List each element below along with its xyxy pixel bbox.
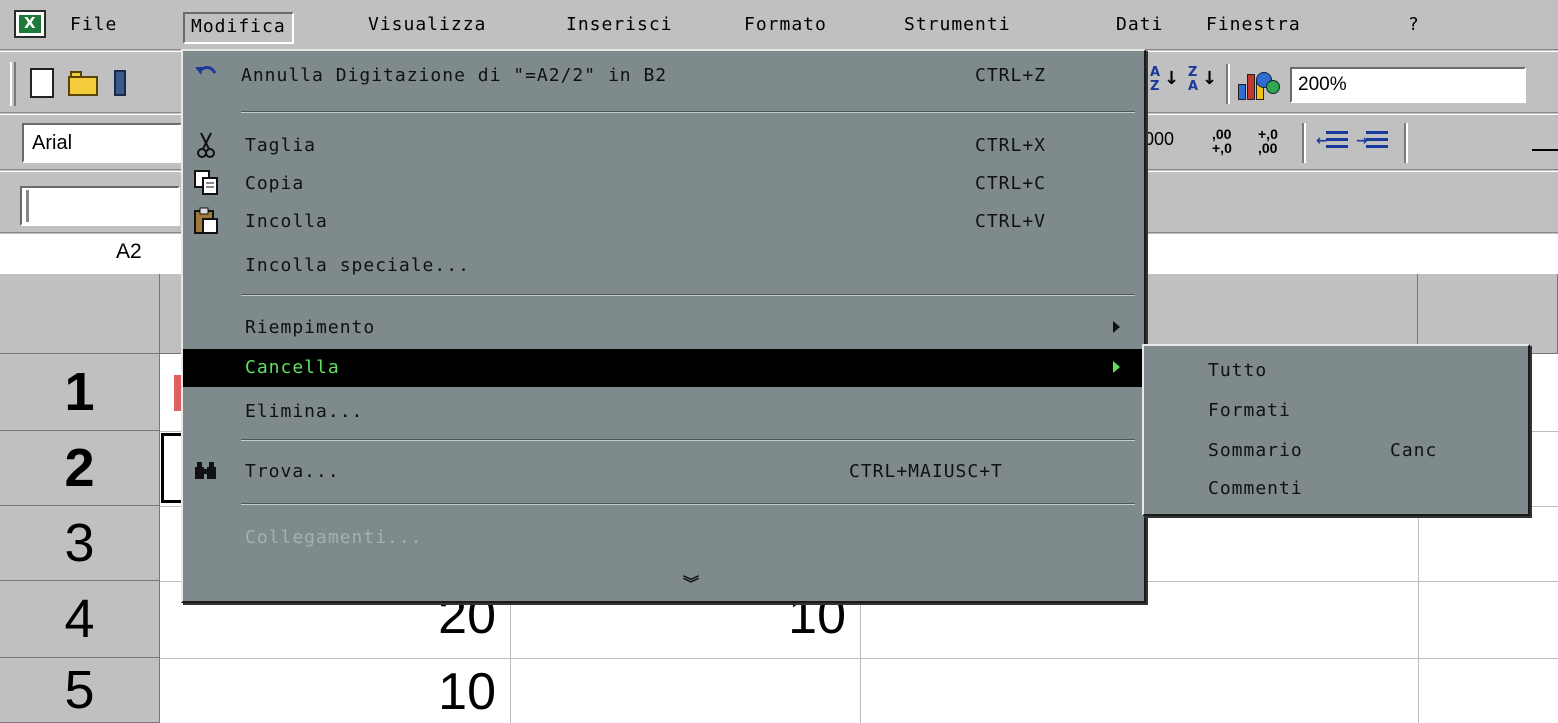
name-box-field[interactable] [20, 186, 180, 226]
menu-formato[interactable]: Formato [738, 12, 833, 44]
decrease-decimal-bottom: ,00 [1258, 140, 1278, 156]
sort-ascending-icon[interactable]: A Z ↓ [1150, 65, 1179, 94]
sort-desc-top-letter: Z [1188, 65, 1198, 80]
menu-item-undo-label: Annulla Digitazione di "=A2/2" in B2 [241, 65, 668, 86]
toolbar-separator [1226, 64, 1230, 104]
row-header-4[interactable]: 4 [0, 581, 160, 658]
submenu-item-contents-label: Sommario [1208, 440, 1303, 461]
submenu-item-formats-label: Formati [1208, 400, 1291, 421]
submenu-item-contents-shortcut: Canc [1390, 440, 1438, 461]
menu-item-find-shortcut: CTRL+MAIUSC+T [849, 461, 1003, 482]
thousands-separator-button[interactable]: 000 [1144, 129, 1174, 150]
increase-indent-icon[interactable]: → [1356, 129, 1390, 155]
submenu-item-comments-label: Commenti [1208, 478, 1303, 499]
menu-visualizza[interactable]: Visualizza [362, 12, 492, 44]
toolbar-separator [1302, 123, 1306, 163]
sort-descending-icon[interactable]: Z A ↓ [1188, 65, 1217, 94]
open-folder-icon[interactable] [68, 70, 102, 96]
menu-item-copy[interactable]: Copia CTRL+C [183, 165, 1144, 203]
submenu-item-contents[interactable]: Sommario Canc [1144, 430, 1528, 468]
column-header-e[interactable] [1418, 274, 1558, 354]
save-icon[interactable] [114, 70, 126, 96]
edit-menu-dropdown: Annulla Digitazione di "=A2/2" in B2 CTR… [181, 49, 1146, 603]
menu-item-delete[interactable]: Elimina... [183, 393, 1144, 431]
sort-desc-bottom-letter: A [1188, 79, 1199, 94]
submenu-item-all[interactable]: Tutto [1144, 350, 1528, 388]
menu-file[interactable]: File [64, 12, 123, 44]
decrease-decimal-top: +,0 [1258, 126, 1278, 142]
double-chevron-down-icon[interactable]: ︾ [683, 576, 700, 592]
menu-item-find[interactable]: Trova... CTRL+MAIUSC+T [183, 453, 1144, 491]
menu-inserisci[interactable]: Inserisci [560, 12, 679, 44]
menu-separator [241, 503, 1135, 505]
row-header-2[interactable]: 2 [0, 431, 160, 506]
decrease-decimal-icon[interactable]: +,0 ,00 [1258, 127, 1278, 155]
menu-item-links-label: Collegamenti... [245, 527, 423, 548]
menu-item-clear-label: Cancella [245, 357, 340, 378]
submenu-item-comments[interactable]: Commenti [1144, 468, 1528, 506]
menu-item-cut-shortcut: CTRL+X [975, 135, 1047, 156]
font-name-combobox[interactable]: Arial [22, 123, 182, 163]
menu-item-fill-label: Riempimento [245, 317, 376, 338]
excel-app-icon[interactable] [14, 10, 46, 38]
cell-reference-label: A2 [116, 240, 142, 263]
new-document-icon[interactable] [30, 68, 54, 98]
menu-help[interactable]: ? [1402, 12, 1426, 44]
menu-item-paste-label: Incolla [245, 211, 328, 232]
menu-modifica[interactable]: Modifica [183, 12, 294, 44]
menu-bar: File Modifica Visualizza Inserisci Forma… [0, 0, 1558, 50]
menu-strumenti[interactable]: Strumenti [898, 12, 1017, 44]
increase-decimal-top: ,00 [1212, 126, 1232, 142]
undo-icon [193, 61, 219, 89]
menu-dati[interactable]: Dati [1110, 12, 1169, 44]
menu-item-copy-label: Copia [245, 173, 305, 194]
menu-separator [241, 111, 1135, 113]
menu-item-undo[interactable]: Annulla Digitazione di "=A2/2" in B2 CTR… [183, 57, 1144, 95]
menu-item-cut[interactable]: Taglia CTRL+X [183, 127, 1144, 165]
submenu-item-formats[interactable]: Formati [1144, 390, 1528, 428]
menu-finestra[interactable]: Finestra [1200, 12, 1307, 44]
clipboard-paste-icon [193, 207, 219, 235]
menu-item-paste-shortcut: CTRL+V [975, 211, 1047, 232]
row-header-3[interactable]: 3 [0, 506, 160, 581]
cell-b5[interactable]: 10 [300, 662, 496, 722]
toolbar-separator [1404, 123, 1408, 163]
name-box-caret [26, 190, 29, 222]
menu-separator [241, 294, 1135, 296]
menu-item-fill[interactable]: Riempimento [183, 309, 1144, 347]
submenu-item-all-label: Tutto [1208, 360, 1268, 381]
row-header-5[interactable]: 5 [0, 658, 160, 723]
row-header-1[interactable]: 1 [0, 354, 160, 431]
zoom-combobox[interactable]: 200% [1290, 67, 1526, 103]
menu-item-paste-special[interactable]: Incolla speciale... [183, 247, 1144, 285]
menu-separator [241, 439, 1135, 441]
menu-item-find-label: Trova... [245, 461, 340, 482]
submenu-arrow-icon [1113, 361, 1120, 373]
menu-item-copy-shortcut: CTRL+C [975, 173, 1047, 194]
menu-item-clear[interactable]: Cancella [183, 349, 1144, 387]
decrease-indent-icon[interactable]: ← [1316, 129, 1350, 155]
scissors-icon [193, 131, 219, 159]
menu-item-paste-special-label: Incolla speciale... [245, 255, 470, 276]
menu-item-links: Collegamenti... [183, 519, 1144, 557]
copy-icon [193, 169, 219, 197]
sort-asc-bottom-letter: Z [1150, 79, 1160, 94]
menu-item-paste[interactable]: Incolla CTRL+V [183, 203, 1144, 241]
toolbar-grip[interactable] [10, 62, 16, 106]
select-all-corner[interactable] [0, 274, 160, 354]
binoculars-icon [193, 457, 219, 485]
drawing-icon[interactable] [1252, 70, 1284, 100]
menu-item-undo-shortcut: CTRL+Z [975, 65, 1047, 86]
grid-line [160, 658, 1558, 659]
increase-decimal-bottom: +,0 [1212, 140, 1232, 156]
sort-asc-top-letter: A [1150, 65, 1161, 80]
clear-submenu: Tutto Formati Sommario Canc Commenti [1142, 344, 1530, 516]
menu-item-delete-label: Elimina... [245, 401, 364, 422]
submenu-arrow-icon [1113, 321, 1120, 333]
borders-button[interactable] [1532, 149, 1558, 151]
menu-item-cut-label: Taglia [245, 135, 317, 156]
increase-decimal-icon[interactable]: ,00 +,0 [1212, 127, 1232, 155]
